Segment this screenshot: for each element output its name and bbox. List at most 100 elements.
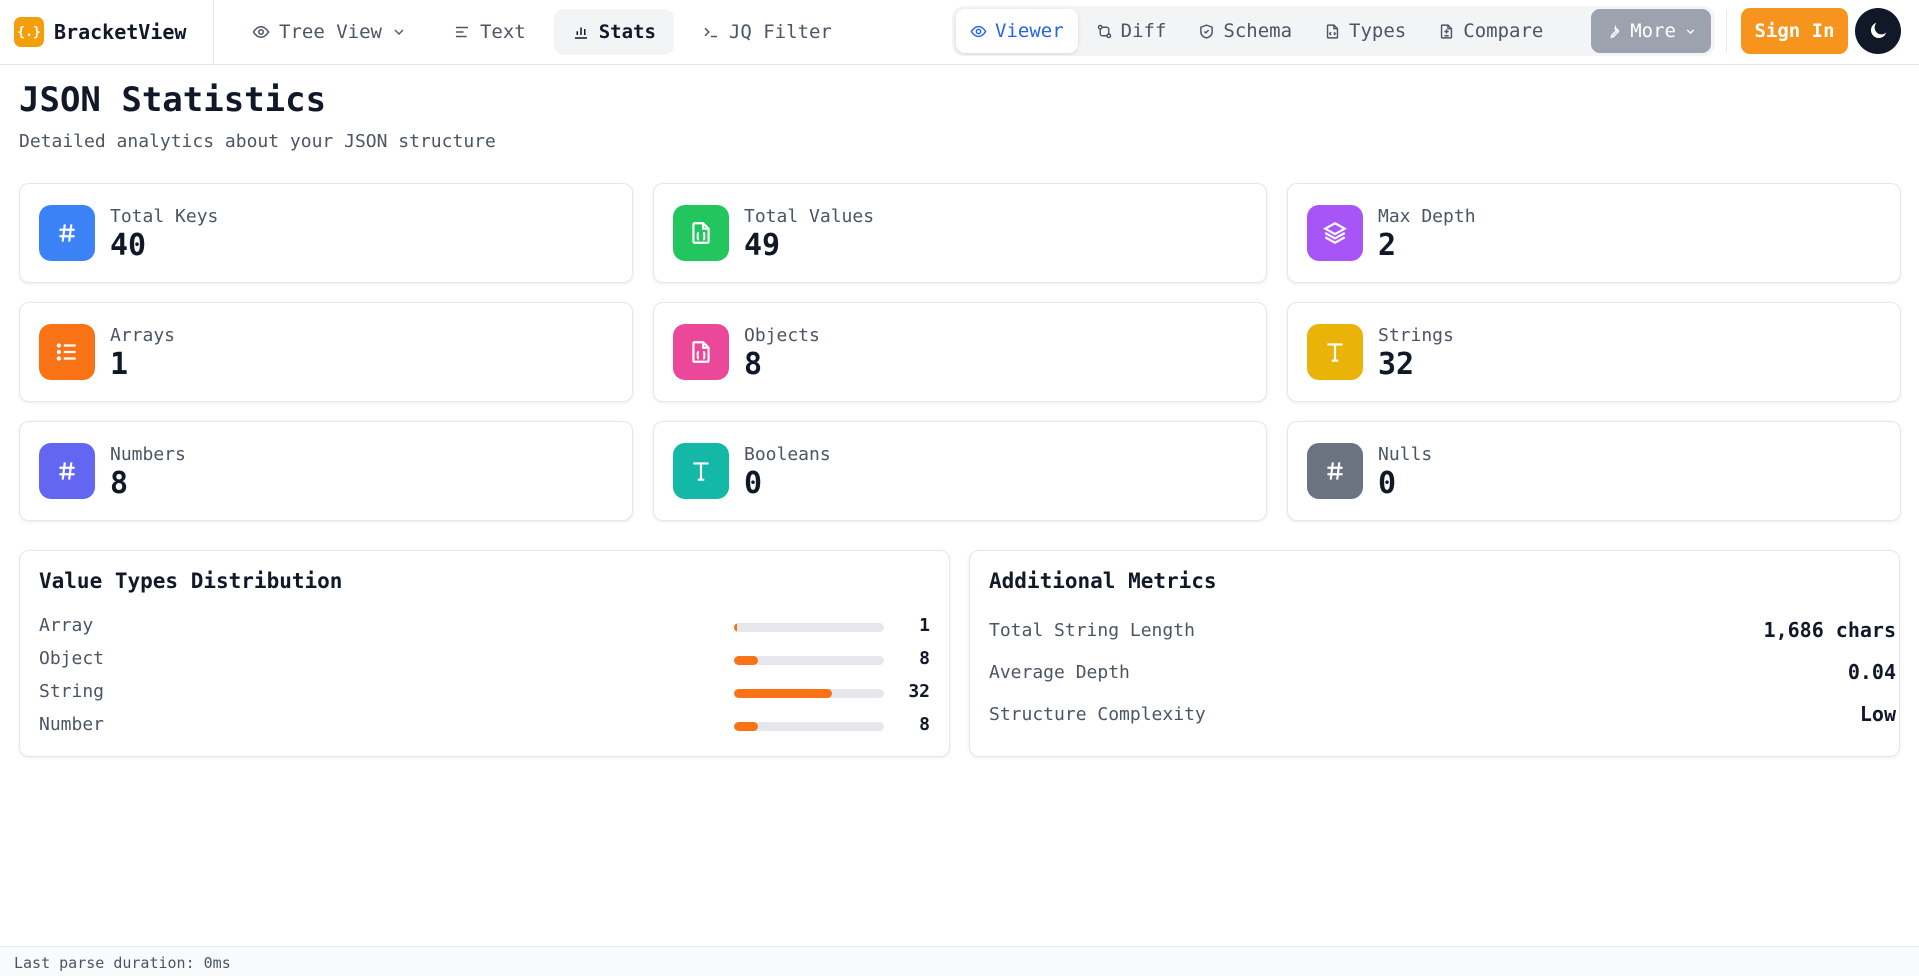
distribution-bar-track [734, 623, 884, 632]
list-icon [39, 324, 95, 380]
page-subtitle: Detailed analytics about your JSON struc… [19, 131, 496, 152]
distribution-bar-track [734, 689, 884, 698]
stat-value: 1 [110, 347, 129, 382]
distribution-row: Number 8 [39, 714, 930, 738]
stats-tab-label: Stats [598, 21, 656, 43]
stat-value: 49 [744, 228, 781, 263]
wrench-icon [1610, 24, 1620, 38]
distribution-label: Array [39, 615, 94, 636]
metric-row: Total String Length 1,686 chars [989, 618, 1896, 644]
more-label: More [1630, 20, 1676, 42]
chevron-down-icon [394, 29, 404, 35]
terminal-icon [704, 27, 717, 38]
stat-card-arrays: Arrays 1 [19, 302, 633, 402]
compare-label: Compare [1463, 20, 1544, 42]
divider [1726, 10, 1727, 52]
distribution-row: String 32 [39, 681, 930, 705]
distribution-count: 8 [919, 714, 930, 735]
metric-row: Structure Complexity Low [989, 702, 1896, 728]
stat-value: 0 [744, 466, 763, 501]
distribution-bar-track [734, 656, 884, 665]
stat-value: 32 [1378, 347, 1415, 382]
hash-icon [1307, 443, 1363, 499]
viewer-label: Viewer [995, 20, 1064, 42]
distribution-row: Object 8 [39, 648, 930, 672]
diff-button[interactable]: Diff [1082, 9, 1181, 53]
metric-row: Average Depth 0.04 [989, 660, 1896, 686]
distribution-bar [734, 623, 738, 632]
metric-label: Average Depth [989, 662, 1130, 683]
stat-label: Max Depth [1378, 206, 1476, 227]
moon-icon [1870, 22, 1887, 39]
shield-icon [1200, 23, 1214, 39]
brand[interactable]: {.} BracketView [0, 0, 214, 64]
jq-filter-tab[interactable]: JQ Filter [684, 9, 850, 55]
panel-title: Value Types Distribution [39, 569, 343, 593]
stat-label: Arrays [110, 325, 176, 346]
tree-view-label: Tree View [279, 21, 382, 43]
text-tab[interactable]: Text [435, 9, 544, 55]
text-tab-label: Text [479, 21, 526, 43]
additional-metrics-panel: Additional Metrics Total String Length 1… [969, 550, 1900, 757]
distribution-row: Array 1 [39, 615, 930, 639]
stat-label: Total Values [744, 206, 875, 227]
stat-label: Objects [744, 325, 820, 346]
stat-value: 8 [110, 466, 129, 501]
stat-value: 2 [1378, 228, 1397, 263]
bar-chart-icon [574, 27, 587, 39]
file-diff-icon [1441, 23, 1453, 39]
sign-in-button[interactable]: Sign In [1741, 8, 1848, 54]
jq-filter-label: JQ Filter [728, 21, 832, 43]
stat-label: Total Keys [110, 206, 219, 227]
viewer-button[interactable]: Viewer [956, 9, 1078, 53]
panel-title: Additional Metrics [989, 569, 1217, 593]
file-json-icon [673, 205, 729, 261]
stat-label: Booleans [744, 444, 831, 465]
top-bar: {.} BracketView Tree View Text Stats JQ … [0, 0, 1919, 65]
logo-icon: {.} [14, 17, 44, 47]
app-name: BracketView [54, 20, 187, 44]
stat-card-total-values: Total Values 49 [653, 183, 1267, 283]
stats-tab[interactable]: Stats [553, 9, 674, 55]
stat-label: Nulls [1378, 444, 1433, 465]
stat-card-total-keys: Total Keys 40 [19, 183, 633, 283]
stat-card-numbers: Numbers 8 [19, 421, 633, 521]
metric-value: 0.04 [1847, 660, 1896, 684]
stat-value: 40 [110, 228, 147, 263]
types-button[interactable]: Types [1310, 9, 1420, 53]
distribution-count: 8 [919, 648, 930, 669]
type-icon [1307, 324, 1363, 380]
hash-icon [39, 443, 95, 499]
schema-button[interactable]: Schema [1184, 9, 1306, 53]
status-bar: Last parse duration: 0ms [0, 946, 1919, 976]
file-json-icon [673, 324, 729, 380]
metric-label: Total String Length [989, 620, 1195, 641]
chevron-down-icon [1686, 28, 1695, 34]
eye-icon [970, 25, 987, 37]
distribution-count: 32 [908, 681, 930, 702]
types-label: Types [1349, 20, 1407, 42]
tree-view-dropdown[interactable]: Tree View [234, 9, 425, 55]
more-dropdown[interactable]: More [1591, 9, 1711, 53]
main-nav: Tree View Text Stats JQ Filter [234, 9, 850, 55]
eye-icon [252, 25, 270, 39]
metric-value: 1,686 chars [1763, 618, 1896, 642]
compare-button[interactable]: Compare [1424, 9, 1557, 53]
stat-value: 8 [744, 347, 763, 382]
value-types-distribution-panel: Value Types Distribution Array 1 Object 8 St… [19, 550, 950, 757]
type-icon [673, 443, 729, 499]
hash-icon [39, 205, 95, 261]
distribution-bar-track [734, 722, 884, 731]
distribution-label: String [39, 681, 105, 702]
page-title: JSON Statistics [19, 80, 327, 120]
stat-label: Strings [1378, 325, 1454, 346]
dark-mode-toggle[interactable] [1855, 8, 1901, 54]
file-code-icon [1326, 23, 1339, 39]
stat-card-objects: Objects 8 [653, 302, 1267, 402]
stat-card-max-depth: Max Depth 2 [1287, 183, 1901, 283]
text-lines-icon [455, 26, 468, 38]
view-mode-group: Viewer Diff Schema Types Compare More [952, 6, 1715, 56]
stat-value: 0 [1378, 466, 1397, 501]
distribution-label: Number [39, 714, 105, 735]
distribution-count: 1 [919, 615, 930, 636]
